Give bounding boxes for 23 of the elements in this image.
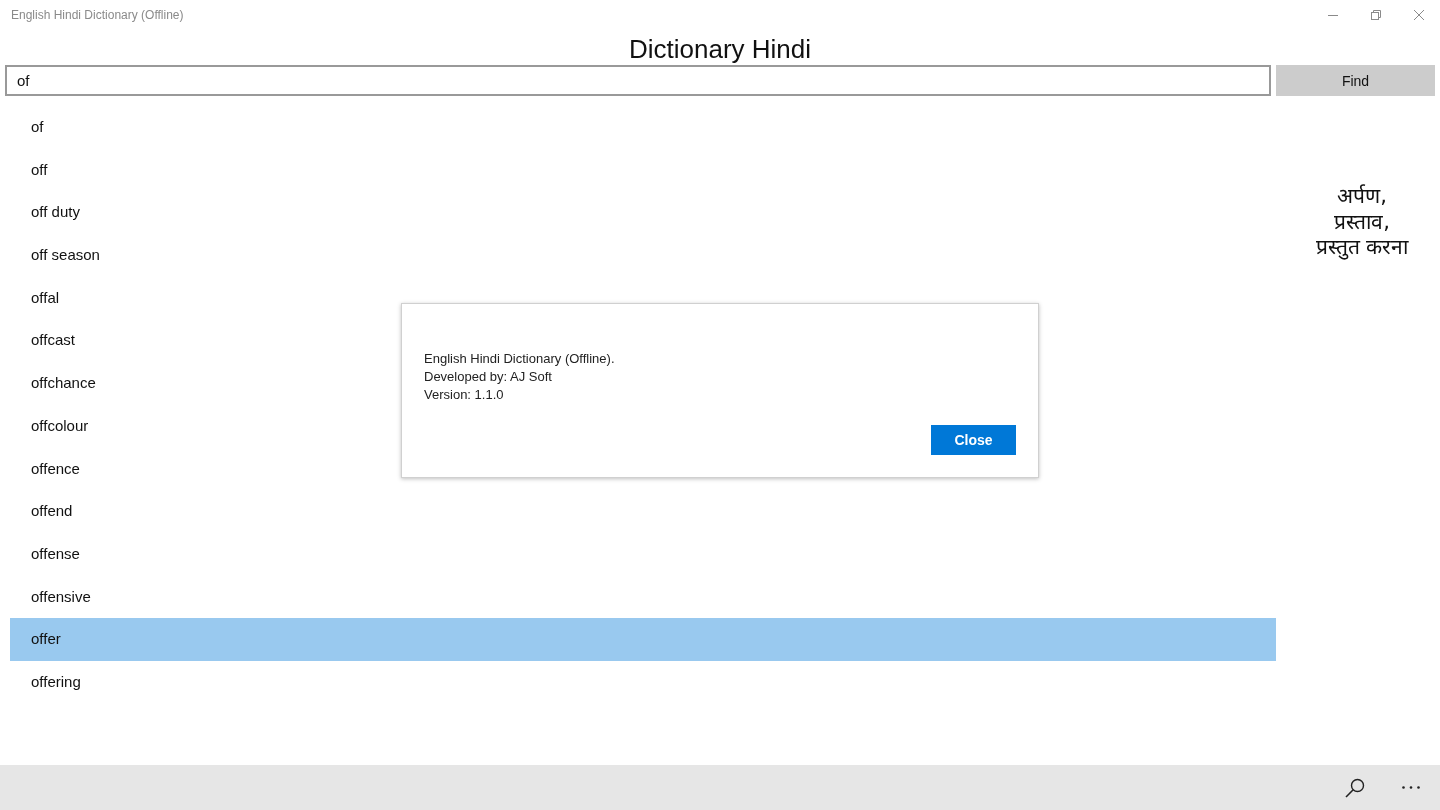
window-title: English Hindi Dictionary (Offline) [11, 8, 184, 22]
dialog-text: Developed by: AJ Soft [424, 368, 552, 386]
result-item[interactable]: off season [10, 234, 1276, 277]
hindi-meaning: अर्पण, प्रस्ताव, प्रस्तुत करना [1314, 184, 1410, 261]
dialog-text: Version: 1.1.0 [424, 386, 504, 404]
app-heading: Dictionary Hindi [627, 34, 813, 65]
result-item[interactable]: off [10, 148, 1276, 192]
restore-icon [1370, 10, 1381, 20]
result-item[interactable]: offering [10, 660, 1276, 704]
result-item[interactable]: offense [10, 532, 1276, 576]
result-item[interactable]: offend [10, 490, 1276, 533]
dialog-text: English Hindi Dictionary (Offline). [424, 350, 615, 368]
result-item[interactable]: offer [10, 618, 1276, 661]
result-item[interactable]: of [10, 106, 1276, 149]
more-icon [1402, 786, 1420, 789]
find-button[interactable]: Find [1276, 65, 1435, 96]
search-icon [1345, 777, 1365, 798]
close-dialog-button[interactable]: Close [931, 425, 1016, 455]
close-icon [1413, 10, 1424, 20]
result-item[interactable]: offensive [10, 575, 1276, 619]
result-item[interactable]: off duty [10, 191, 1276, 235]
minimize-icon [1327, 14, 1338, 16]
search-field[interactable]: of [5, 65, 1271, 96]
